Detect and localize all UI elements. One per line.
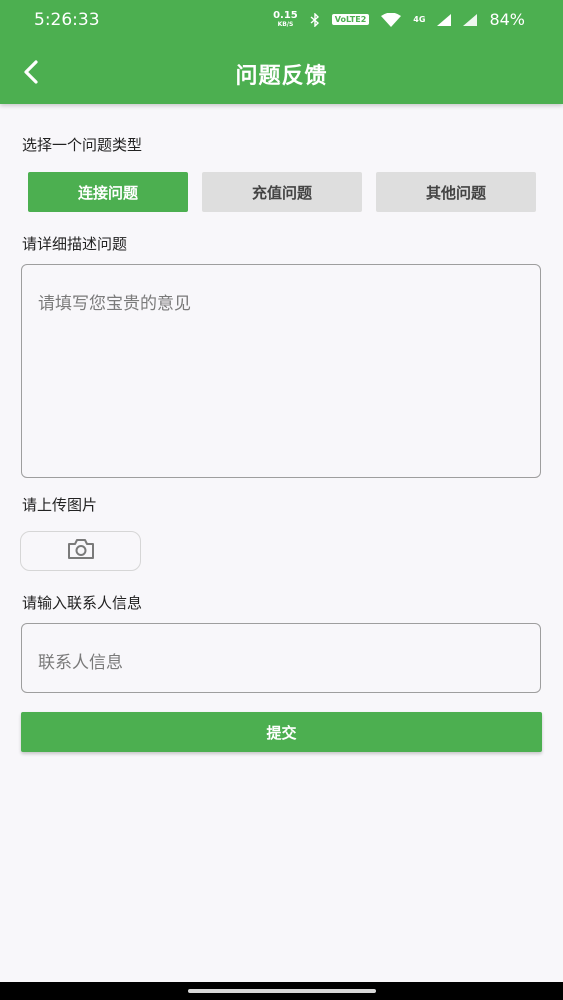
status-time: 5:26:33 xyxy=(34,10,100,30)
home-indicator[interactable] xyxy=(188,989,376,993)
description-label: 请详细描述问题 xyxy=(22,235,128,253)
upload-label: 请上传图片 xyxy=(22,496,98,514)
type-button-other[interactable]: 其他问题 xyxy=(376,172,536,212)
submit-button[interactable]: 提交 xyxy=(21,712,542,752)
net-speed-unit: KB/S xyxy=(277,20,294,28)
page-title: 问题反馈 xyxy=(235,64,328,89)
signal-2-icon xyxy=(463,13,478,26)
battery-level: 84% xyxy=(489,10,525,29)
contact-placeholder: 联系人信息 xyxy=(38,653,123,673)
status-bar: 5:26:33 0.15 KB/S VoLTE2 4G 84% xyxy=(0,0,563,40)
app-bar: 5:26:33 0.15 KB/S VoLTE2 4G 84% 问题反馈 xyxy=(0,0,563,104)
description-placeholder: 请填写您宝贵的意见 xyxy=(38,294,191,314)
signal-icon xyxy=(437,13,452,26)
wifi-icon xyxy=(381,12,402,27)
type-button-recharge[interactable]: 充值问题 xyxy=(202,172,362,212)
type-button-connection[interactable]: 连接问题 xyxy=(28,172,188,212)
navigation-bar xyxy=(0,982,563,1000)
camera-icon xyxy=(67,538,95,564)
net-speed-value: 0.15 xyxy=(273,9,298,21)
contact-input[interactable]: 联系人信息 xyxy=(21,623,541,693)
net-speed: 0.15 KB/S xyxy=(273,9,298,29)
volte-badge: VoLTE2 xyxy=(331,14,370,25)
bluetooth-icon xyxy=(310,12,320,27)
contact-label: 请输入联系人信息 xyxy=(22,594,143,612)
description-textarea[interactable]: 请填写您宝贵的意见 xyxy=(21,264,541,478)
upload-image-button[interactable] xyxy=(20,531,141,571)
status-icons: 0.15 KB/S VoLTE2 4G 84% xyxy=(273,10,525,29)
problem-type-label: 选择一个问题类型 xyxy=(22,136,143,154)
network-gen: 4G xyxy=(413,15,426,24)
